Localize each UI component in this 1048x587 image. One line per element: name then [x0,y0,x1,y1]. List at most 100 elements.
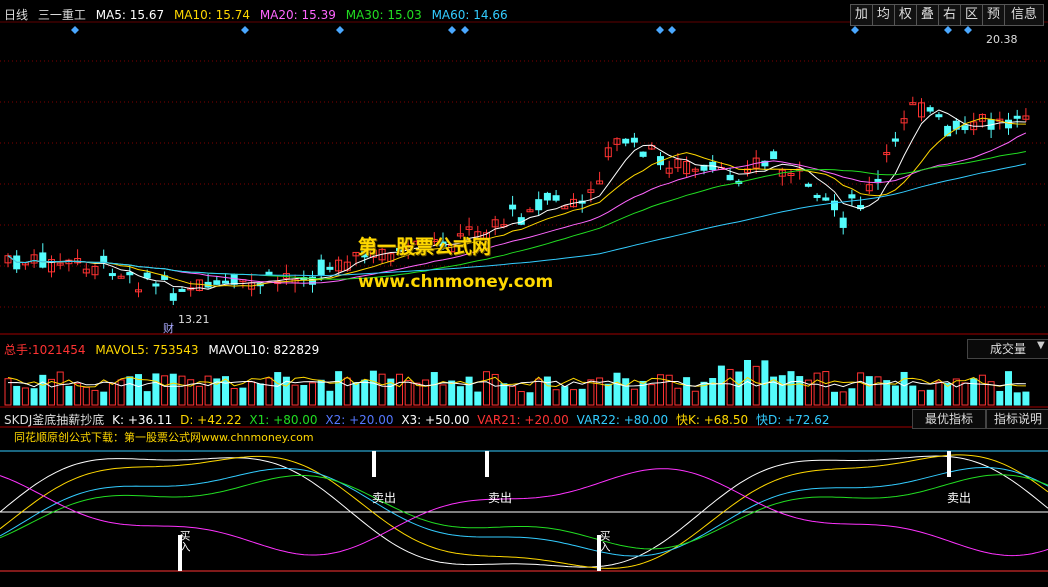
volume-bar [265,377,273,406]
volume-bar [430,372,438,406]
finance-marker[interactable]: 财 [163,320,174,336]
ma-line [7,151,1026,280]
buy-signal-2: 买入 [598,530,611,552]
period-label: 日线 [4,8,29,22]
volume-bar [900,371,908,406]
candle-body [213,280,221,285]
candle-body [622,138,630,144]
volume-bar [578,388,586,406]
volume-bar [813,372,821,406]
toolbar-average-button[interactable]: 均 [871,4,895,26]
volume-bar [161,375,169,406]
event-diamond-icon [461,26,469,34]
event-diamond-icon [448,26,456,34]
candle-body [726,174,734,181]
volume-bar [204,375,212,406]
toolbar-right-button[interactable]: 右 [937,4,961,26]
skdj-k: K: +36.11 [112,413,173,427]
skdj-name: SKDJ釜底抽薪抄底 [4,413,105,427]
volume-bar [248,381,256,406]
candle-body [108,273,116,277]
volume-bar [65,385,73,406]
volume-bar [604,383,612,406]
volume-bar [517,391,525,406]
volume-bar [230,387,238,406]
volume-indicator-button[interactable]: 成交量 [967,339,1048,359]
chevron-down-icon[interactable]: ▼ [1037,340,1045,351]
candle-body [543,192,551,201]
candle-body [100,255,108,263]
main-header: 日线 三一重工 MA5: 15.67 MA10: 15.74 MA20: 15.… [4,6,514,23]
skdj-fast-k: 快K: +68.50 [676,413,749,427]
toolbar-range-button[interactable]: 区 [959,4,983,26]
skdj-var21: VAR21: +20.00 [477,413,569,427]
mavol10-label: MAVOL10: 822829 [208,343,320,357]
volume-bar [274,372,282,406]
toolbar-add-button[interactable]: 加 [849,4,873,26]
toolbar-info-button[interactable]: 信息 [1003,4,1044,26]
volume-bar [326,390,334,406]
candle-body [535,199,543,211]
volume-bar [309,382,316,406]
toolbar-overlay-button[interactable]: 叠 [915,4,939,26]
volume-bar [683,377,691,406]
volume-bar [918,390,925,406]
best-indicator-button[interactable]: 最优指标 [912,409,986,429]
volume-bar [552,389,560,406]
volume-bar [335,371,343,406]
candle-body [317,259,325,275]
volume-bar [48,378,55,406]
volume-bar [169,373,177,406]
volume-bar [613,372,621,406]
volume-bar [874,376,882,406]
volume-bar [456,386,464,406]
volume-bar [56,371,64,406]
buy-signal-1: 买入 [178,530,191,552]
candle-body [178,288,186,292]
candle-body [839,217,847,228]
volume-bar [822,371,830,406]
high-price-label: 20.38 [986,33,1018,46]
volume-bar [587,379,595,406]
sell-signal-bar [485,451,489,477]
volume-bar [1022,391,1030,406]
volume-bar [961,382,969,406]
volume-bar [622,378,630,406]
volume-bar [839,391,847,406]
volume-bar [256,383,264,406]
volume-bar [317,379,325,406]
volume-bar [448,380,456,406]
volume-bar [526,392,534,406]
low-price-label: 13.21 [178,313,210,326]
toolbar-rights-button[interactable]: 权 [893,4,917,26]
volume-bar [108,382,116,406]
ma5-label: MA5: 15.67 [95,8,165,22]
candle-body [143,272,151,279]
ma10-label: MA10: 15.74 [173,8,250,22]
volume-bar [630,388,638,406]
chart-canvas[interactable] [0,0,1048,587]
candle-body [126,272,134,276]
volume-bar [465,376,473,406]
candle-body [770,151,778,160]
skdj-subtitle: 同花顺原创公式下载：第一股票公式网www.chnmoney.com [14,431,314,444]
volume-bar [30,388,38,406]
ma30-label: MA30: 15.03 [345,8,422,22]
candle-body [509,204,517,210]
candle-body [848,194,856,199]
total-volume-label: 总手: [4,343,33,357]
volume-bar [126,376,134,406]
chart-toolbar: 加 均 权 叠 右 区 预 信息 [849,4,1044,26]
volume-bar [82,386,90,406]
volume-bar [152,373,160,406]
ma-line [7,132,1027,284]
toolbar-forecast-button[interactable]: 预 [981,4,1005,26]
candle-body [630,137,638,143]
sell-signal-bar [372,451,376,477]
volume-bar [996,390,1004,406]
volume-bar [1005,371,1012,406]
watermark-url: www.chnmoney.com [358,272,554,292]
indicator-help-button[interactable]: 指标说明 [986,409,1048,429]
stock-name: 三一重工 [37,8,86,22]
volume-bar [935,381,943,406]
